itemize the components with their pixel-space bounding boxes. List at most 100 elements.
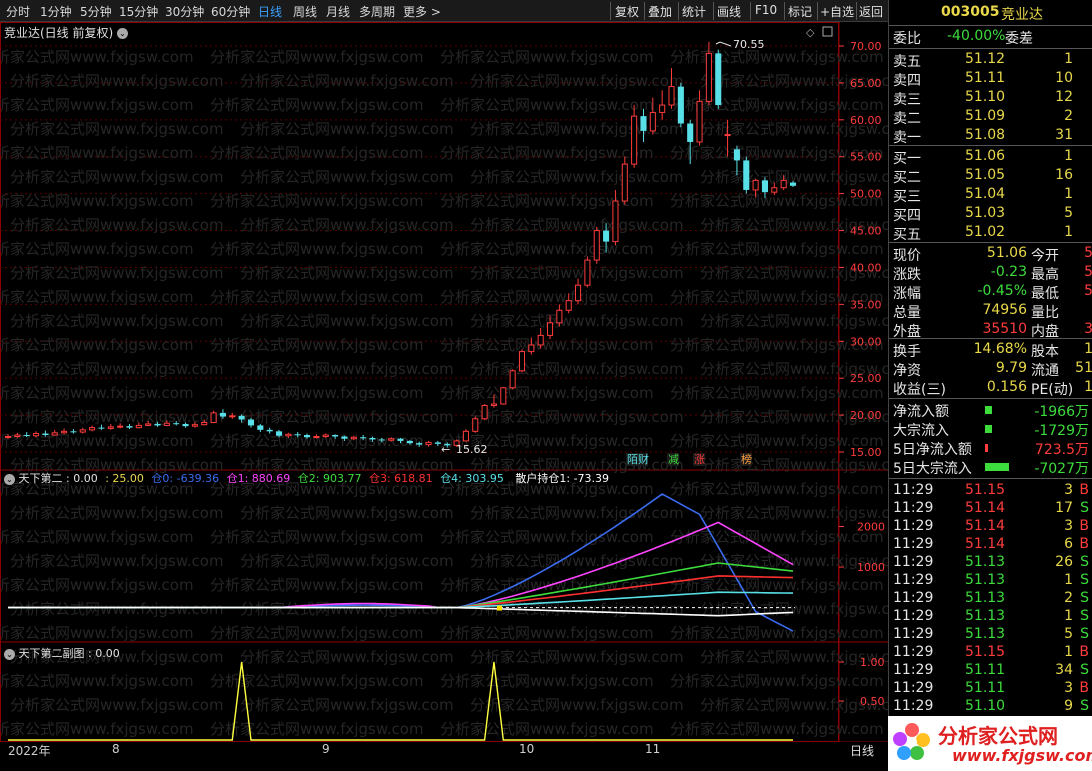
stat-label: 最高 <box>1031 267 1059 283</box>
tab-period-1min[interactable]: 1分钟 <box>40 3 72 20</box>
tab-period-timeshare[interactable]: 分时 <box>6 3 30 20</box>
bid-price: 51.03 <box>965 205 1006 221</box>
tick-side: B <box>1079 536 1089 552</box>
price-axis-label: 45.00 <box>850 225 882 238</box>
candle <box>229 412 236 419</box>
candle <box>621 156 628 205</box>
tab-period-weekly[interactable]: 周线 <box>293 3 317 20</box>
tick-side: S <box>1080 662 1089 678</box>
watermark-text: 分析家公式网www.fxjgsw.com <box>10 552 224 570</box>
watermark-text: 分析家公式网www.fxjgsw.com <box>210 144 424 162</box>
stat-value: 51 <box>1075 360 1092 376</box>
watermark-text: 分析家公式网www.fxjgsw.com <box>0 384 194 402</box>
draw-line-button[interactable]: 画线 <box>717 3 741 20</box>
candle <box>575 278 582 305</box>
tab-period-daily[interactable]: 日线 <box>258 3 282 20</box>
watermark-text: 分析家公式网www.fxjgsw.com <box>0 144 194 162</box>
bid-level-label: 买三 <box>893 189 921 205</box>
tick-volume: 5 <box>1064 626 1073 642</box>
tab-period-15min[interactable]: 15分钟 <box>119 3 158 20</box>
candle <box>556 304 563 327</box>
watermark-text: 分析家公式网www.fxjgsw.com <box>0 240 194 258</box>
ask-volume: 2 <box>1064 108 1073 124</box>
bid-volume: 16 <box>1055 167 1073 183</box>
overlay-button[interactable]: 叠加 <box>648 3 672 20</box>
watermark-text: 分析家公式网www.fxjgsw.com <box>210 528 424 546</box>
watermark-text: 分析家公式网www.fxjgsw.com <box>440 288 654 306</box>
stat-value: 5 <box>1084 283 1092 299</box>
price-axis-label: 25.00 <box>850 372 882 385</box>
window-toggle-icon[interactable] <box>822 26 833 37</box>
bid-volume: 1 <box>1064 148 1073 164</box>
background-watermark: 分析家公式网www.fxjgsw.com 分析家公式网www.fxjgsw.com… <box>0 48 888 738</box>
watermark-text: 分析家公式网www.fxjgsw.com <box>670 672 884 690</box>
high-pointer-line <box>715 41 732 47</box>
chevron-down-icon[interactable]: ⌄ <box>117 28 129 39</box>
toolbar-divider <box>750 2 751 20</box>
stat-value: -0.45% <box>977 283 1027 299</box>
tab-period-60min[interactable]: 60分钟 <box>211 3 250 20</box>
add-watchlist-button[interactable]: +自选 <box>820 3 854 20</box>
watermark-text: 分析家公式网www.fxjgsw.com <box>210 720 424 738</box>
watermark-text: 分析家公式网www.fxjgsw.com <box>210 288 424 306</box>
site-url: www.fxjgsw.com <box>952 746 1092 765</box>
tab-period-30min[interactable]: 30分钟 <box>165 3 204 20</box>
stat-label: 涨幅 <box>893 286 921 302</box>
tab-period-5min[interactable]: 5分钟 <box>80 3 112 20</box>
tick-time: 11:29 <box>893 554 934 570</box>
tick-side: B <box>1079 518 1089 534</box>
statistics-button[interactable]: 统计 <box>682 3 706 20</box>
watermark-text: 分析家公式网www.fxjgsw.com <box>210 192 424 210</box>
stat-label: 净资 <box>893 363 921 379</box>
tab-period-more[interactable]: 更多 > <box>403 3 441 20</box>
tick-row: 11:29 51.15 1 B <box>889 644 1092 663</box>
restore-right-button[interactable]: 复权 <box>615 3 639 20</box>
tick-time: 11:29 <box>893 626 934 642</box>
tick-price: 51.14 <box>965 518 1006 534</box>
diamond-icon[interactable]: ◇ <box>806 26 815 39</box>
price-axis-label: 35.00 <box>850 298 882 311</box>
stock-code: 003005 <box>941 4 1000 20</box>
watermark-text: 分析家公式网www.fxjgsw.com <box>240 504 454 522</box>
candle <box>425 440 432 447</box>
stat-value: 74956 <box>982 302 1027 318</box>
flow-label: 大宗流入 <box>893 423 949 439</box>
ask-row: 卖一 51.08 31 <box>889 127 1092 146</box>
high-price-label: 70.55 <box>733 38 765 51</box>
tick-side: S <box>1080 698 1089 714</box>
tick-row: 11:29 51.13 5 S <box>889 626 1092 645</box>
ask-level-label: 卖一 <box>893 130 921 146</box>
price-axis-label: 15.00 <box>850 446 882 459</box>
ask-volume: 12 <box>1055 89 1073 105</box>
stat-value: 1 <box>1084 341 1092 357</box>
watermark-text: 分析家公式网www.fxjgsw.com <box>0 576 194 594</box>
watermark-text: 分析家公式网www.fxjgsw.com <box>470 696 684 714</box>
tick-row: 11:29 51.13 1 S <box>889 608 1092 627</box>
period-indicator[interactable]: 日线 <box>850 742 874 759</box>
stat-value: 5 <box>1084 264 1092 280</box>
candle <box>481 404 488 421</box>
f10-button[interactable]: F10 <box>755 3 777 17</box>
chevron-down-icon[interactable]: ⌄ <box>4 473 15 485</box>
kline-chart-area[interactable]: 分析家公式网www.fxjgsw.com 分析家公式网www.fxjgsw.com… <box>0 22 888 742</box>
tab-period-monthly[interactable]: 月线 <box>326 3 350 20</box>
tab-period-multi[interactable]: 多周期 <box>359 3 395 20</box>
stat-value: 5 <box>1084 245 1092 261</box>
bid-price: 51.04 <box>965 186 1006 202</box>
candle <box>631 105 638 168</box>
tick-price: 51.13 <box>965 626 1006 642</box>
watermark-text: 分析家公式网www.fxjgsw.com <box>440 528 654 546</box>
indicator1-value: 0.00 <box>73 472 98 485</box>
stock-name: 竞业达 <box>1001 7 1043 23</box>
stat-label: 量比 <box>1031 305 1059 321</box>
mark-button[interactable]: 标记 <box>788 3 812 20</box>
tick-price: 51.11 <box>965 662 1006 678</box>
chevron-down-icon[interactable]: ⌄ <box>4 648 15 660</box>
tick-price: 51.14 <box>965 500 1006 516</box>
back-button[interactable]: 返回 <box>859 3 883 20</box>
bid-level-label: 买四 <box>893 208 921 224</box>
watermark-text: 分析家公式网www.fxjgsw.com <box>470 168 684 186</box>
tick-row: 11:29 51.14 6 B <box>889 536 1092 555</box>
watermark-text: 分析家公式网www.fxjgsw.com <box>470 552 684 570</box>
watermark-text: 分析家公式网www.fxjgsw.com <box>440 336 654 354</box>
